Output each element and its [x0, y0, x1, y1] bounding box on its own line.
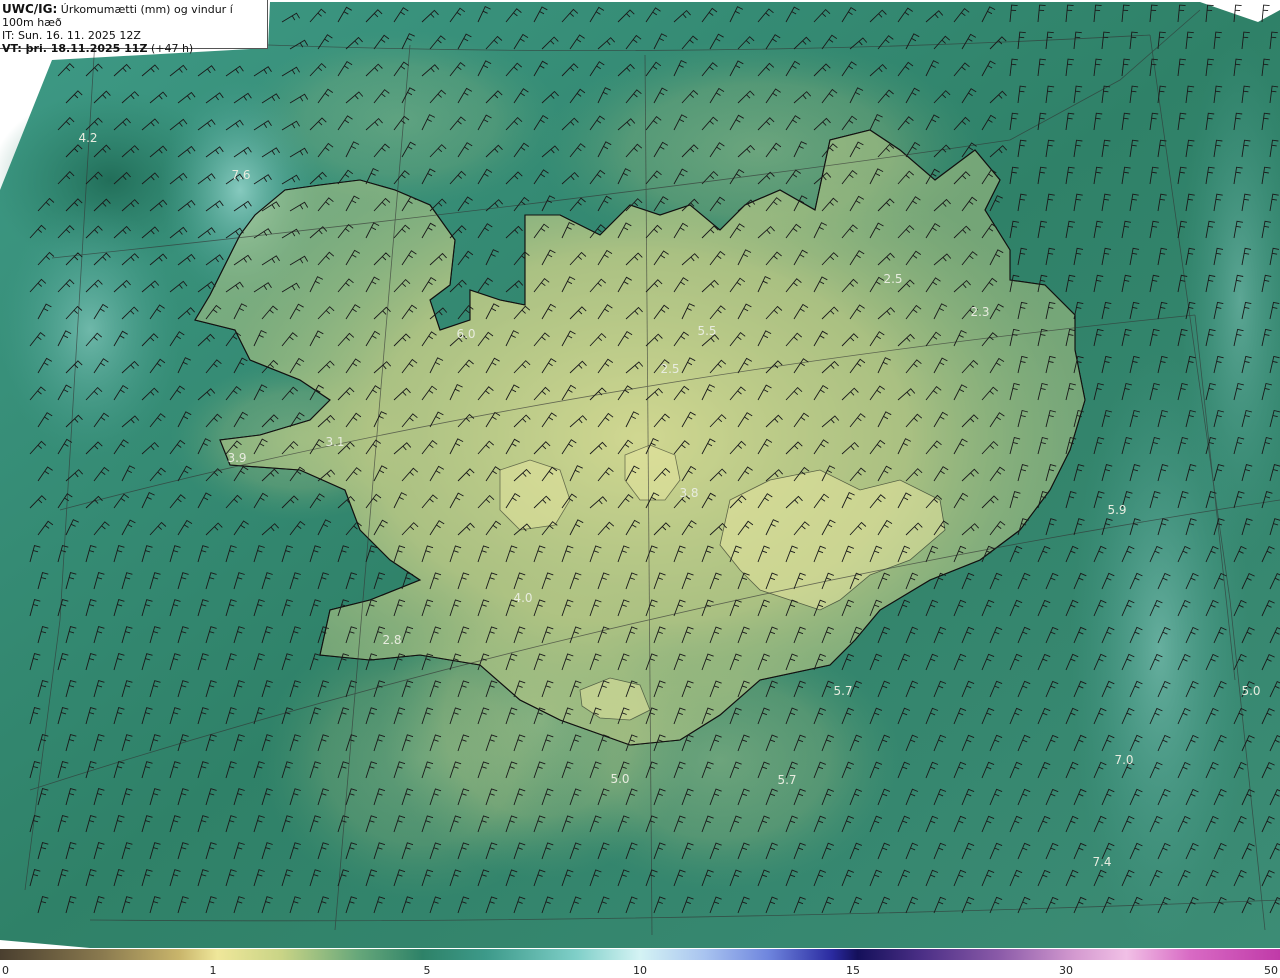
map-value-label: 3.1	[325, 435, 345, 449]
map-title-line: UWC/IG: Úrkomumætti (mm) og vindur í 100…	[2, 2, 267, 30]
map-value-label: 5.0	[610, 772, 630, 786]
colorbar-tick: 15	[846, 964, 860, 977]
colorbar: 0 1 5 10 15 30 50	[0, 948, 1280, 978]
map-value-label: 2.5	[660, 362, 680, 376]
colorbar-ramp	[0, 949, 1280, 960]
map-value-label: 5.9	[1107, 503, 1127, 517]
colorbar-tick: 30	[1059, 964, 1073, 977]
colorbar-tick: 50	[1264, 964, 1278, 977]
map-value-label: 5.5	[697, 324, 717, 338]
map-value-label: 6.0	[456, 327, 476, 341]
model-name: UWC/IG:	[2, 2, 58, 16]
valid-time: VT: þri. 18.11.2025 11Z	[2, 42, 148, 55]
lead-time: (+47 h)	[150, 42, 194, 55]
map-value-label: 2.8	[382, 633, 402, 647]
map-value-label: 5.7	[777, 773, 797, 787]
map-value-label: 7.0	[1114, 753, 1134, 767]
map-value-label: 7.6	[231, 168, 251, 182]
colorbar-tick: 5	[423, 964, 431, 977]
map-value-label: 4.2	[78, 131, 98, 145]
map-value-label: 2.3	[970, 305, 990, 319]
map-value-label: 2.5	[883, 272, 903, 286]
map-value-label: 3.8	[679, 486, 699, 500]
map-info-box: UWC/IG: Úrkomumætti (mm) og vindur í 100…	[0, 0, 268, 55]
colorbar-tick: 0	[2, 964, 9, 977]
map-value-label: 4.0	[513, 591, 533, 605]
weather-map: 4.2 7.6 6.0 5.5 2.5 2.5 2.3 3.1 3.9 3.8 …	[0, 0, 1280, 948]
map-value-label: 3.9	[227, 451, 247, 465]
map-value-label: 5.7	[833, 684, 853, 698]
map-value-label: 5.0	[1241, 684, 1261, 698]
colorbar-tick: 1	[209, 964, 217, 977]
init-time: IT: Sun. 16. 11. 2025 12Z	[2, 29, 141, 42]
colorbar-tick: 10	[633, 964, 647, 977]
valid-time-line: VT: þri. 18.11.2025 11Z (+47 h)	[2, 42, 267, 55]
map-value-label: 7.4	[1092, 855, 1112, 869]
map-canvas	[0, 0, 1280, 948]
